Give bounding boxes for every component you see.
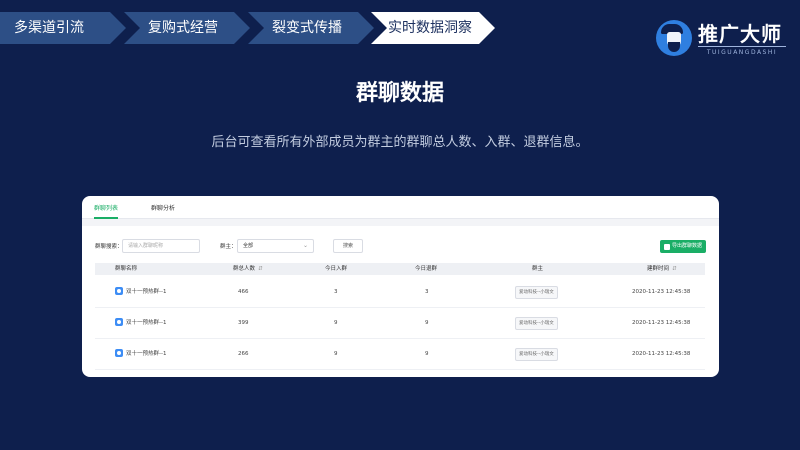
sort-icon: ⇵ [672,266,677,272]
group-search-input[interactable]: 请输入群聊昵称 [122,239,200,253]
joined-today: 9 [334,351,338,357]
page-description: 后台可查看所有外部成员为群主的群聊总人数、入群、退群信息。 [211,135,589,150]
table-row[interactable]: 双十一预热群--1 466 3 3 爱动科技--小瑞文 2020-11-23 1… [95,277,705,308]
group-chat-icon [115,349,123,357]
created-time: 2020-11-23 12:45:38 [632,289,691,295]
search-label: 群聊搜索： [95,244,123,250]
table-row[interactable]: 双十一预热群--1 399 9 9 爱动科技--小瑞文 2020-11-23 1… [95,308,705,339]
total-members: 399 [238,320,249,326]
export-button[interactable]: 导出群聊数据 [660,240,706,253]
total-members: 466 [238,289,249,295]
joined-today: 9 [334,320,338,326]
col-total-members[interactable]: 群总人数 ⇵ [233,263,263,275]
step-viral[interactable]: 裂变式传播 [248,12,374,44]
group-name: 双十一预热群--1 [126,351,167,357]
table-row[interactable]: 双十一预热群--1 266 9 9 爱动科技--小瑞文 2020-11-23 1… [95,339,705,370]
created-time: 2020-11-23 12:45:38 [632,351,691,357]
step-data-insight[interactable]: 实时数据洞察 [371,12,495,44]
export-icon [664,244,670,250]
created-time: 2020-11-23 12:45:38 [632,320,691,326]
joined-today: 3 [334,289,338,295]
group-chat-icon [115,287,123,295]
chevron-down-icon: ⌄ [302,242,308,249]
group-name: 双十一预热群--1 [126,320,167,326]
group-chat-panel: 群聊列表 群聊分析 群聊搜索： 请输入群聊昵称 群主： 全部 ⌄ 搜索 导出群聊… [82,196,719,377]
step-navigation: 多渠道引流 复购式经营 裂变式传播 实时数据洞察 [0,12,500,44]
left-today: 3 [425,289,429,295]
logo-title: 推广大师 [698,22,782,46]
owner-label: 群主： [220,244,237,250]
left-today: 9 [425,351,429,357]
page-title: 群聊数据 [355,81,444,106]
owner-tag: 爱动科技--小瑞文 [515,317,558,330]
logo-subtitle: TUIGUANGDASHI [698,46,786,56]
col-owner: 群主 [532,266,544,272]
left-today: 9 [425,320,429,326]
owner-tag: 爱动科技--小瑞文 [515,286,558,299]
tab-group-list[interactable]: 群聊列表 [94,203,118,212]
table-header: 群聊名称 群总人数 ⇵ 今日入群 今日退群 群主 建群时间 ⇵ [95,263,705,275]
col-joined-today: 今日入群 [325,266,348,272]
group-name: 双十一预热群--1 [126,289,167,295]
step-multichannel[interactable]: 多渠道引流 [0,12,126,44]
col-group-name: 群聊名称 [115,266,138,272]
search-button[interactable]: 搜索 [333,239,363,253]
brand-logo: 推广大师 TUIGUANGDASHI [656,18,786,62]
step-repurchase[interactable]: 复购式经营 [124,12,250,44]
mascot-icon [656,20,692,56]
panel-tabs: 群聊列表 群聊分析 [82,196,719,219]
tab-group-analysis[interactable]: 群聊分析 [151,203,175,212]
owner-select[interactable]: 全部 ⌄ [237,239,314,253]
col-left-today: 今日退群 [415,266,438,272]
col-created-time[interactable]: 建群时间 ⇵ [647,263,677,275]
group-chat-icon [115,318,123,326]
sort-icon: ⇵ [258,266,263,272]
total-members: 266 [238,351,249,357]
divider [82,219,719,226]
owner-tag: 爱动科技--小瑞文 [515,348,558,361]
